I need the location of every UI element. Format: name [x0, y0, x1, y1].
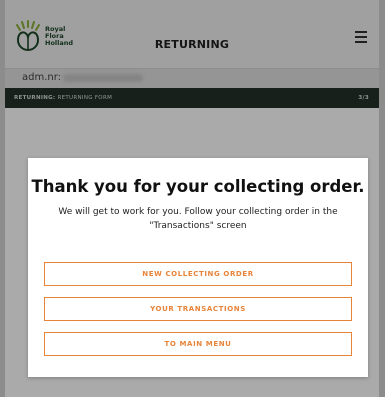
right-frame — [379, 0, 385, 397]
main-menu-button[interactable]: TO MAIN MENU — [44, 332, 352, 356]
dialog-title: Thank you for your collecting order. — [31, 177, 365, 196]
your-transactions-button[interactable]: YOUR TRANSACTIONS — [44, 297, 352, 321]
confirmation-dialog: Thank you for your collecting order. We … — [28, 158, 368, 377]
app-screen: Royal Flora Holland RETURNING adm.nr: RE… — [0, 0, 385, 397]
dialog-message: We will get to work for you. Follow your… — [58, 207, 338, 231]
modal-backdrop-top — [5, 0, 379, 108]
new-collecting-order-button[interactable]: NEW COLLECTING ORDER — [44, 262, 352, 286]
